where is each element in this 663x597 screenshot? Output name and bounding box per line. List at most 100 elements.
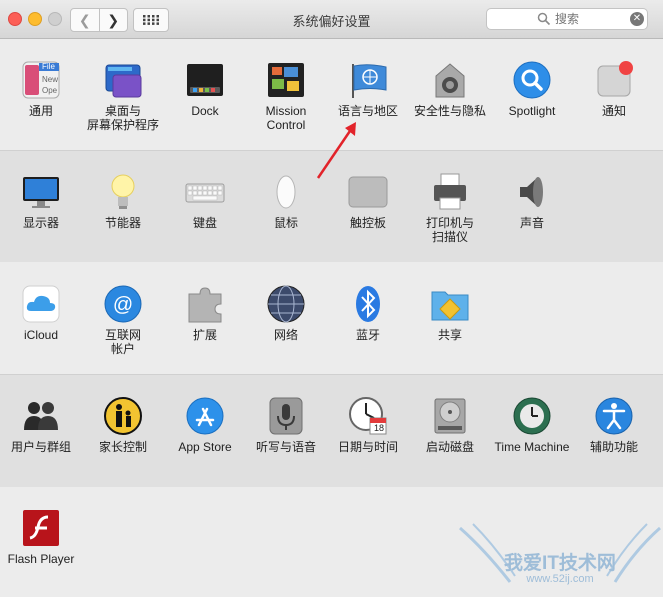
dock-icon <box>185 60 225 100</box>
general-icon-menu-file: File <box>42 62 55 71</box>
pref-dock[interactable]: Dock <box>164 60 246 118</box>
pref-label: 网络 <box>273 328 298 342</box>
pref-label: 鼠标 <box>273 216 298 230</box>
sharing-icon <box>430 284 470 324</box>
pref-mouse[interactable]: 鼠标 <box>245 172 327 230</box>
search-field[interactable]: ✕ <box>486 8 648 30</box>
pref-label: 蓝牙 <box>355 328 380 342</box>
pref-label: 语言与地区 <box>337 104 398 118</box>
pref-energy-saver[interactable]: 节能器 <box>82 172 164 230</box>
pref-sharing[interactable]: 共享 <box>409 284 491 342</box>
pref-label: 安全性与隐私 <box>413 104 486 118</box>
pref-printers-scanners[interactable]: 打印机与 扫描仪 <box>409 172 491 244</box>
pref-label: 用户与群组 <box>10 440 71 454</box>
pref-label: 打印机与 扫描仪 <box>425 216 474 244</box>
pref-label: iCloud <box>23 328 59 342</box>
pref-sound[interactable]: 声音 <box>491 172 573 230</box>
pref-label: 显示器 <box>22 216 59 230</box>
pref-parental-controls[interactable]: 家长控制 <box>82 396 164 454</box>
keyboard-icon <box>185 172 225 212</box>
pref-mission-control[interactable]: Mission Control <box>245 60 327 132</box>
app-store-icon <box>185 396 225 436</box>
pref-label: 节能器 <box>104 216 141 230</box>
svg-text:@: @ <box>113 294 133 316</box>
calendar-day: 18 <box>373 423 384 433</box>
pref-dictation-speech[interactable]: 听写与语音 <box>245 396 327 454</box>
search-input[interactable] <box>555 11 615 27</box>
pref-icloud[interactable]: iCloud <box>0 284 82 342</box>
flash-player-icon <box>21 508 61 548</box>
bluetooth-icon <box>348 284 388 324</box>
clear-search-icon[interactable]: ✕ <box>630 12 644 26</box>
pref-label: 互联网 帐户 <box>104 328 141 356</box>
pref-label: 日期与时间 <box>337 440 398 454</box>
pref-label: Flash Player <box>7 552 75 566</box>
pref-label: 通知 <box>601 104 626 118</box>
pref-security-privacy[interactable]: 安全性与隐私 <box>409 60 491 118</box>
icloud-icon <box>21 284 61 324</box>
pref-label: 共享 <box>437 328 462 342</box>
pref-language-region[interactable]: 语言与地区 <box>327 60 409 118</box>
mission-control-icon <box>266 60 306 100</box>
pref-general[interactable]: File New Ope 通用 <box>0 60 82 118</box>
pref-app-store[interactable]: App Store <box>164 396 246 454</box>
pref-users-groups[interactable]: 用户与群组 <box>0 396 82 454</box>
spotlight-icon <box>512 60 552 100</box>
pref-label: 启动磁盘 <box>425 440 474 454</box>
pref-label: 辅助功能 <box>589 440 638 454</box>
pref-accessibility[interactable]: 辅助功能 <box>573 396 655 454</box>
pref-label: Spotlight <box>508 104 556 118</box>
trackpad-icon <box>348 172 388 212</box>
pref-label: 通用 <box>28 104 53 118</box>
pref-label: App Store <box>178 440 232 454</box>
accessibility-icon <box>594 396 634 436</box>
energy-saver-icon <box>103 172 143 212</box>
pref-startup-disk[interactable]: 启动磁盘 <box>409 396 491 454</box>
pref-spotlight[interactable]: Spotlight <box>491 60 573 118</box>
internet-accounts-icon: @ <box>103 284 143 324</box>
sound-icon <box>512 172 552 212</box>
time-machine-icon <box>512 396 552 436</box>
pref-time-machine[interactable]: Time Machine <box>491 396 573 454</box>
pref-trackpad[interactable]: 触控板 <box>327 172 409 230</box>
general-icon-menu-new: New <box>42 75 59 84</box>
watermark-url: www.52ij.com <box>526 573 594 585</box>
pref-label: Mission Control <box>265 104 307 132</box>
pref-label: 扩展 <box>192 328 217 342</box>
parental-controls-icon <box>103 396 143 436</box>
pref-displays[interactable]: 显示器 <box>0 172 82 230</box>
pref-internet-accounts[interactable]: @ 互联网 帐户 <box>82 284 164 356</box>
pref-label: Time Machine <box>494 440 570 454</box>
general-icon-menu-open: Ope <box>42 86 58 95</box>
pref-label: Dock <box>191 104 219 118</box>
pref-flash-player[interactable]: Flash Player <box>0 508 82 566</box>
desktop-screensaver-icon <box>103 60 143 100</box>
mouse-icon <box>266 172 306 212</box>
users-groups-icon <box>21 396 61 436</box>
pref-label: 触控板 <box>349 216 386 230</box>
pref-bluetooth[interactable]: 蓝牙 <box>327 284 409 342</box>
extensions-icon <box>185 284 225 324</box>
pref-label: 桌面与 屏幕保护程序 <box>86 104 159 132</box>
pref-notifications[interactable]: 通知 <box>573 60 655 118</box>
pref-extensions[interactable]: 扩展 <box>164 284 246 342</box>
printers-scanners-icon <box>430 172 470 212</box>
pref-label: 声音 <box>519 216 544 230</box>
title-bar: ❮ ❯ 系统偏好设置 ✕ <box>0 0 663 39</box>
watermark: 我爱IT技术网 www.52ij.com <box>455 520 663 595</box>
pref-date-time[interactable]: 18 日期与时间 <box>327 396 409 454</box>
security-privacy-icon <box>430 60 470 100</box>
startup-disk-icon <box>430 396 470 436</box>
language-region-icon <box>348 60 388 100</box>
pref-network[interactable]: 网络 <box>245 284 327 342</box>
pref-desktop-screensaver[interactable]: 桌面与 屏幕保护程序 <box>82 60 164 132</box>
displays-icon <box>21 172 61 212</box>
dictation-speech-icon <box>266 396 306 436</box>
network-icon <box>266 284 306 324</box>
pref-label: 家长控制 <box>98 440 147 454</box>
pref-keyboard[interactable]: 键盘 <box>164 172 246 230</box>
search-icon <box>537 12 551 26</box>
watermark-text: 我爱IT技术网 <box>504 553 616 574</box>
pref-label: 键盘 <box>192 216 217 230</box>
notifications-icon <box>594 60 634 100</box>
